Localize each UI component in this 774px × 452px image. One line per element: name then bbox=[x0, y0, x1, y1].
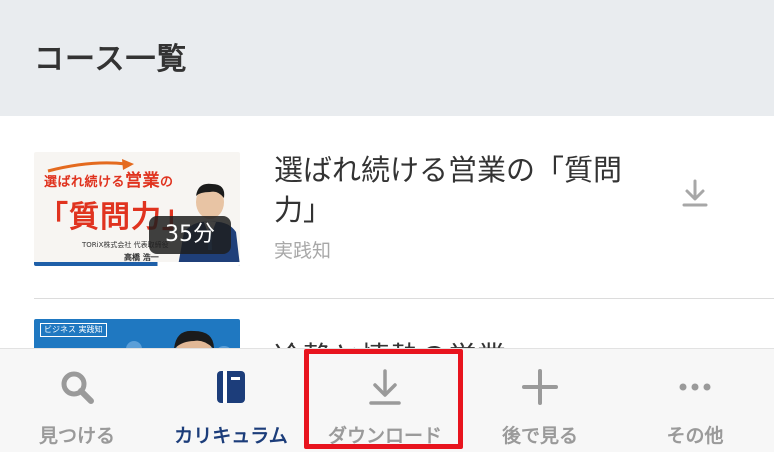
course-item[interactable]: ビジネス 実践知 冷静と情熱の営業 bbox=[0, 299, 774, 348]
course-title[interactable]: 冷静と情熱の営業 bbox=[274, 337, 634, 348]
tab-label: 見つける bbox=[38, 425, 115, 447]
notebook-icon bbox=[217, 371, 245, 403]
tab-discover[interactable]: 見つける bbox=[0, 349, 154, 452]
thumbnail-tag-suffix: の bbox=[160, 175, 174, 190]
thumbnail-stripe bbox=[34, 262, 240, 266]
duration-badge: 35分 bbox=[149, 216, 231, 254]
course-category: 実践知 bbox=[274, 240, 332, 262]
thumbnail-tag-accent: 営業 bbox=[125, 171, 161, 191]
course-list[interactable]: 選ばれ続ける営業の 「質問力」 TORiX株式会社 代表取締役 高橋 浩一 選ば… bbox=[0, 116, 774, 348]
header-bar: コース一覧 bbox=[0, 0, 774, 116]
course-title[interactable]: 選ばれ続ける営業の「質問力」 bbox=[274, 150, 634, 230]
tab-label: カリキュラム bbox=[174, 425, 288, 447]
search-icon bbox=[61, 371, 94, 404]
download-icon[interactable] bbox=[680, 178, 710, 208]
tab-label: その他 bbox=[666, 425, 724, 447]
tab-curriculum[interactable]: カリキュラム bbox=[154, 349, 308, 452]
course-thumbnail[interactable]: ビジネス 実践知 bbox=[34, 319, 240, 348]
page-title: コース一覧 bbox=[34, 42, 188, 77]
more-icon bbox=[679, 383, 711, 391]
thumbnail-tagline: 選ばれ続ける営業の bbox=[44, 166, 174, 191]
app-screen: コース一覧 選ばれ続ける営業の 「質問力」 TORiX株式会社 代表取締役 高橋… bbox=[0, 0, 774, 452]
thumbnail-tag-prefix: 選ばれ続ける bbox=[44, 175, 126, 190]
tab-watch-later[interactable]: 後で見る bbox=[463, 349, 617, 452]
tab-label: 後で見る bbox=[501, 425, 578, 447]
thumbnail-artwork bbox=[126, 330, 230, 348]
tab-more[interactable]: その他 bbox=[618, 349, 772, 452]
course-item[interactable]: 選ばれ続ける営業の 「質問力」 TORiX株式会社 代表取締役 高橋 浩一 選ば… bbox=[0, 116, 774, 299]
plus-icon bbox=[522, 369, 558, 405]
highlight-annotation bbox=[304, 349, 463, 449]
